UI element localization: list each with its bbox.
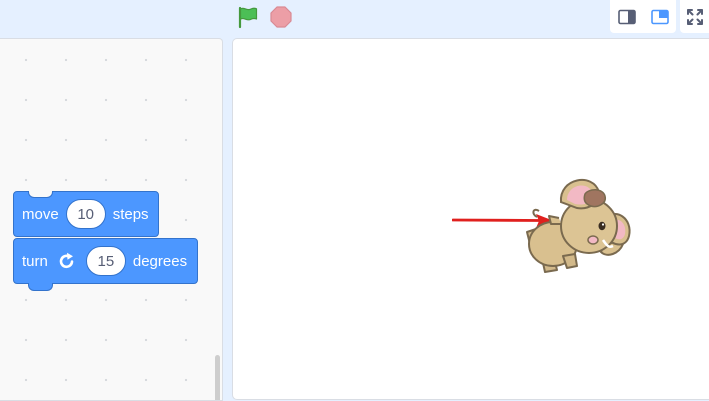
move-steps-block[interactable]: move 10 steps <box>13 191 159 237</box>
turn-block-suffix: degrees <box>132 252 188 270</box>
green-flag-button[interactable] <box>236 5 260 29</box>
stage-header <box>0 0 709 36</box>
stage[interactable] <box>232 38 709 400</box>
small-stage-button[interactable] <box>610 0 643 33</box>
elephant-sprite[interactable] <box>523 174 635 280</box>
turn-block-label: turn <box>22 252 48 270</box>
move-block-label: move <box>22 205 59 223</box>
green-flag-icon <box>238 6 258 29</box>
fullscreen-button[interactable] <box>680 0 709 33</box>
turn-degrees-block[interactable]: turn 15 degrees <box>13 238 198 291</box>
workspace-scrollbar[interactable] <box>215 355 220 400</box>
small-stage-icon <box>617 9 636 24</box>
stop-button[interactable] <box>269 5 293 29</box>
block-notch <box>28 191 53 198</box>
move-block-suffix: steps <box>112 205 149 223</box>
turn-degrees-input[interactable]: 15 <box>85 246 126 276</box>
stop-sign-icon <box>270 6 292 28</box>
rotate-clockwise-icon <box>58 252 76 270</box>
fullscreen-icon <box>686 8 703 25</box>
normal-stage-button[interactable] <box>643 0 676 33</box>
move-steps-input[interactable]: 10 <box>65 199 106 229</box>
stage-size-toggle <box>610 0 676 33</box>
normal-stage-icon <box>650 9 669 24</box>
code-workspace[interactable]: move 10 steps turn 15 degrees <box>0 38 223 401</box>
block-notch-bottom <box>28 281 53 291</box>
